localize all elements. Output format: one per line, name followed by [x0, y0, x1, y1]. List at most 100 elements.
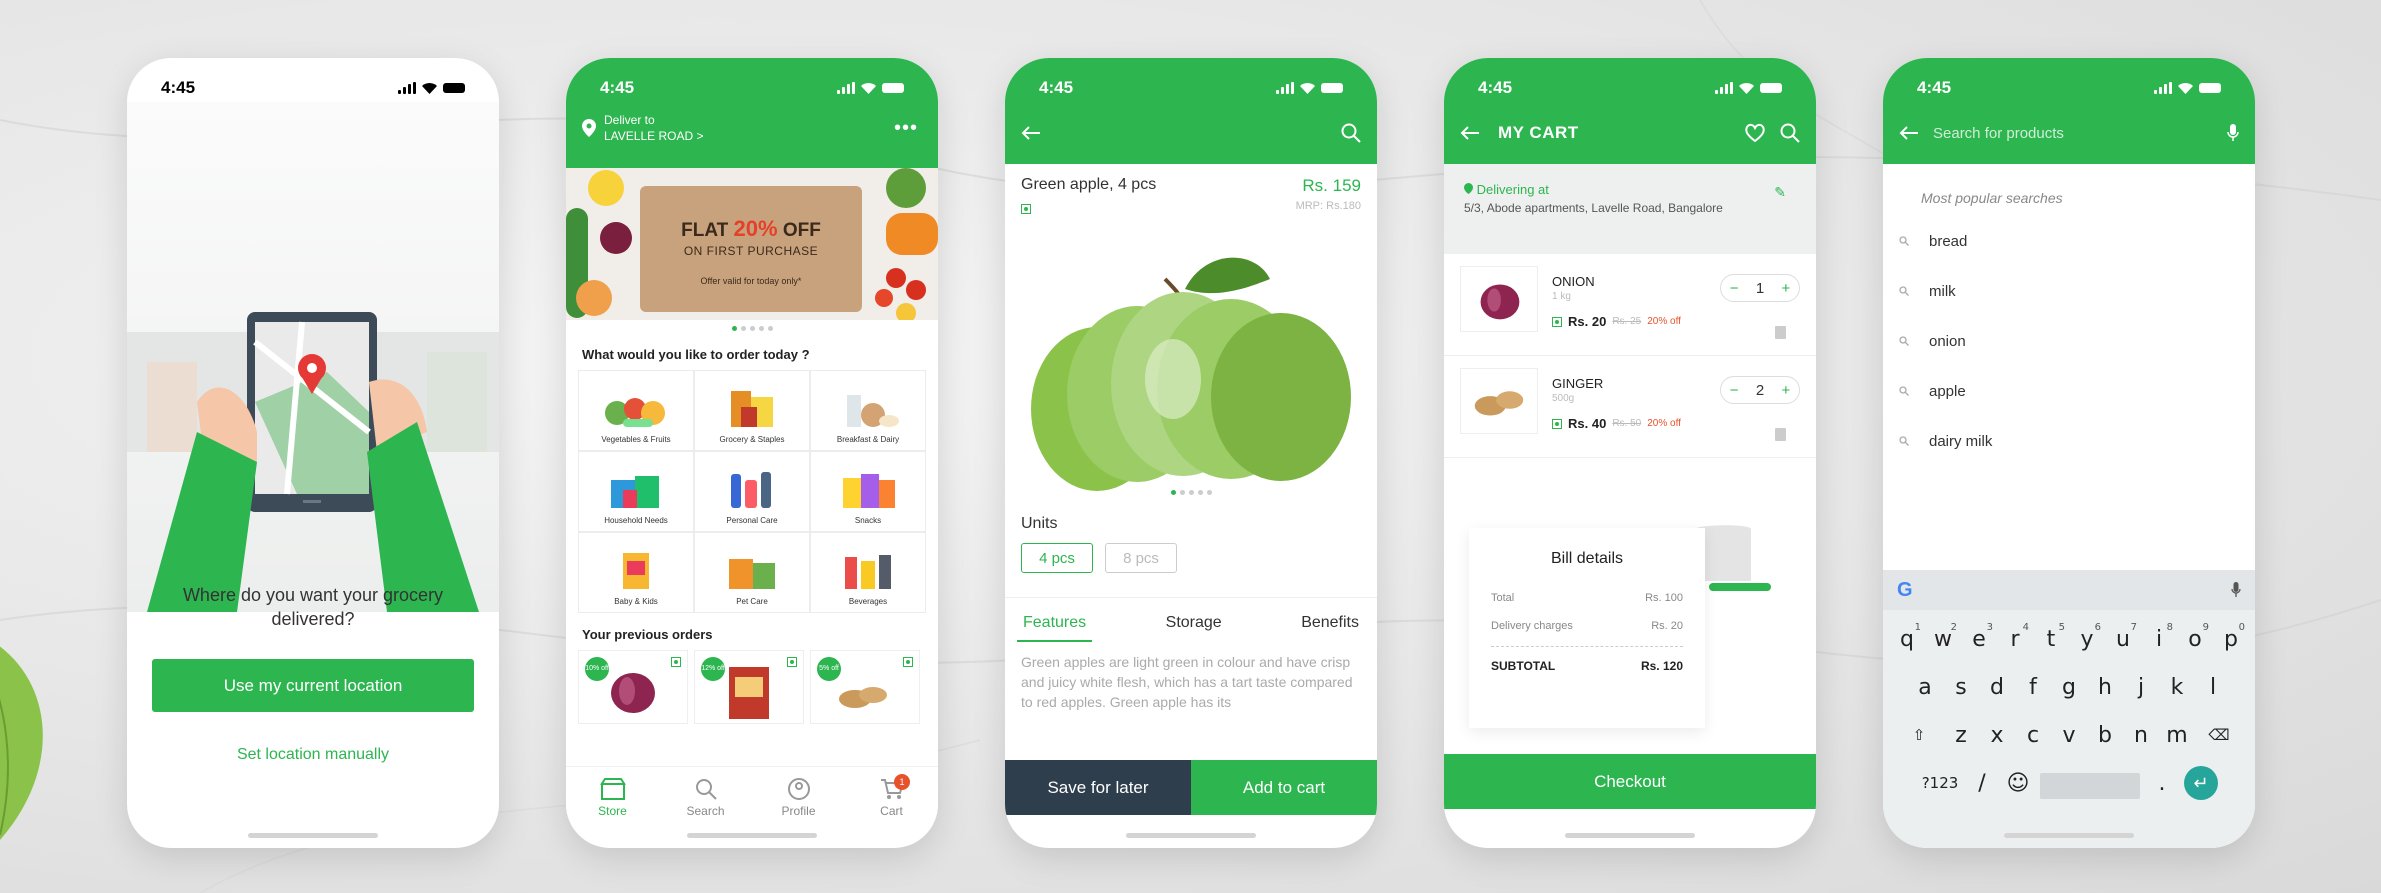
key-t[interactable]: t5 — [2037, 620, 2065, 658]
phone-cart-screen: 4:45 MY CART Delivering at 5/3, Abode ap… — [1444, 58, 1816, 848]
tab-storage[interactable]: Storage — [1160, 598, 1228, 642]
suggestion-item[interactable]: apple — [1883, 366, 2255, 416]
product-header: 4:45 — [1005, 58, 1377, 164]
discount-badge: 12% off — [701, 657, 725, 681]
key-z[interactable]: z — [1947, 716, 1975, 754]
product-image[interactable] — [1005, 219, 1377, 509]
tab-profile[interactable]: Profile — [752, 767, 845, 828]
category-snacks[interactable]: Snacks — [811, 452, 925, 531]
key-a[interactable]: a — [1911, 668, 1939, 706]
tab-search[interactable]: Search — [659, 767, 752, 828]
set-location-manually-link[interactable]: Set location manually — [127, 746, 499, 764]
category-baby-kids[interactable]: Baby & Kids — [579, 533, 693, 612]
quantity-stepper[interactable]: − 1 + — [1720, 274, 1800, 302]
microphone-icon[interactable] — [2231, 582, 2241, 598]
key-i[interactable]: i8 — [2145, 620, 2173, 658]
unit-option-4pcs[interactable]: 4 pcs — [1021, 543, 1093, 573]
offer-banner[interactable]: FLAT 20% OFF ON FIRST PURCHASE Offer val… — [566, 168, 938, 320]
quantity-stepper[interactable]: − 2 + — [1720, 376, 1800, 404]
status-time: 4:45 — [1039, 78, 1074, 97]
decrement-button[interactable]: − — [1730, 382, 1739, 399]
more-options-icon[interactable]: ••• — [894, 117, 918, 140]
key-r[interactable]: r4 — [2001, 620, 2029, 658]
key-e[interactable]: e3 — [1965, 620, 1993, 658]
backspace-key[interactable]: ⌫ — [2199, 716, 2239, 754]
search-input[interactable] — [1933, 124, 2213, 142]
key-w[interactable]: w2 — [1929, 620, 1957, 658]
key-x[interactable]: x — [1983, 716, 2011, 754]
save-for-later-button[interactable]: Save for later — [1005, 760, 1191, 815]
key-n[interactable]: n — [2127, 716, 2155, 754]
category-vegetables-fruits[interactable]: Vegetables & Fruits — [579, 371, 693, 450]
edit-address-icon[interactable]: ✎ — [1774, 184, 1786, 201]
key-d[interactable]: d — [1983, 668, 2011, 706]
delete-icon[interactable] — [1775, 428, 1786, 441]
symbols-key[interactable]: ?123 — [1920, 764, 1960, 802]
home-indicator — [248, 833, 378, 838]
suggestion-item[interactable]: milk — [1883, 266, 2255, 316]
key-v[interactable]: v — [2055, 716, 2083, 754]
key-l[interactable]: l — [2199, 668, 2227, 706]
enter-key[interactable]: ↵ — [2184, 766, 2218, 800]
key-y[interactable]: y6 — [2073, 620, 2101, 658]
period-key[interactable]: . — [2148, 764, 2176, 802]
category-beverages[interactable]: Beverages — [811, 533, 925, 612]
tab-benefits[interactable]: Benefits — [1295, 598, 1365, 642]
key-q[interactable]: q1 — [1893, 620, 1921, 658]
previous-orders-title: Your previous orders — [582, 627, 713, 642]
key-o[interactable]: o9 — [2181, 620, 2209, 658]
suggestion-item[interactable]: dairy milk — [1883, 416, 2255, 466]
key-j[interactable]: j — [2127, 668, 2155, 706]
category-personal-care[interactable]: Personal Care — [695, 452, 809, 531]
delete-icon[interactable] — [1775, 326, 1786, 339]
category-grocery-staples[interactable]: Grocery & Staples — [695, 371, 809, 450]
previous-order-ginger[interactable]: 5% off — [810, 650, 920, 724]
key-p[interactable]: p0 — [2217, 620, 2245, 658]
key-s[interactable]: s — [1947, 668, 1975, 706]
tab-store[interactable]: Store — [566, 767, 659, 828]
key-f[interactable]: f — [2019, 668, 2047, 706]
decrement-button[interactable]: − — [1730, 280, 1739, 297]
key-g[interactable]: g — [2055, 668, 2083, 706]
image-carousel-dots[interactable] — [1005, 490, 1377, 495]
category-pet-care[interactable]: Pet Care — [695, 533, 809, 612]
back-arrow-icon[interactable] — [1899, 125, 1919, 141]
carousel-dots[interactable] — [566, 326, 938, 331]
category-breakfast-dairy[interactable]: Breakfast & Dairy — [811, 371, 925, 450]
shift-key[interactable]: ⇧ — [1899, 716, 1939, 754]
checkout-button[interactable]: Checkout — [1444, 754, 1816, 809]
key-u[interactable]: u7 — [2109, 620, 2137, 658]
google-icon[interactable]: G — [1897, 579, 1913, 602]
previous-order-onion[interactable]: 10% off — [578, 650, 688, 724]
back-arrow-icon[interactable] — [1021, 125, 1041, 141]
category-household-needs[interactable]: Household Needs — [579, 452, 693, 531]
tab-cart[interactable]: Cart 1 — [845, 767, 938, 828]
key-h[interactable]: h — [2091, 668, 2119, 706]
suggestion-item[interactable]: bread — [1883, 216, 2255, 266]
key-b[interactable]: b — [2091, 716, 2119, 754]
banner-title: FLAT 20% OFF — [681, 216, 821, 241]
key-c[interactable]: c — [2019, 716, 2047, 754]
add-to-cart-button[interactable]: Add to cart — [1191, 760, 1377, 815]
key-k[interactable]: k — [2163, 668, 2191, 706]
discount-badge: 5% off — [817, 657, 841, 681]
key-m[interactable]: m — [2163, 716, 2191, 754]
tab-features[interactable]: Features — [1017, 598, 1093, 642]
use-current-location-button[interactable]: Use my current location — [152, 659, 474, 712]
quantity-value: 2 — [1755, 381, 1765, 399]
increment-button[interactable]: + — [1782, 280, 1791, 297]
emoji-key[interactable]: ☺ — [2004, 764, 2032, 802]
slash-key[interactable]: / — [1968, 764, 1996, 802]
back-arrow-icon[interactable] — [1460, 125, 1480, 141]
space-key[interactable] — [2040, 773, 2140, 799]
deliver-to-selector[interactable]: Deliver to LAVELLE ROAD > ••• — [566, 102, 938, 144]
heart-icon[interactable] — [1744, 123, 1766, 143]
increment-button[interactable]: + — [1782, 382, 1791, 399]
suggestion-item[interactable]: onion — [1883, 316, 2255, 366]
microphone-icon[interactable] — [2227, 124, 2239, 142]
search-icon[interactable] — [1780, 123, 1800, 143]
unit-option-8pcs[interactable]: 8 pcs — [1105, 543, 1177, 573]
search-icon[interactable] — [1341, 123, 1361, 143]
previous-order-grocery[interactable]: 12% off — [694, 650, 804, 724]
search-header: 4:45 — [1883, 58, 2255, 164]
